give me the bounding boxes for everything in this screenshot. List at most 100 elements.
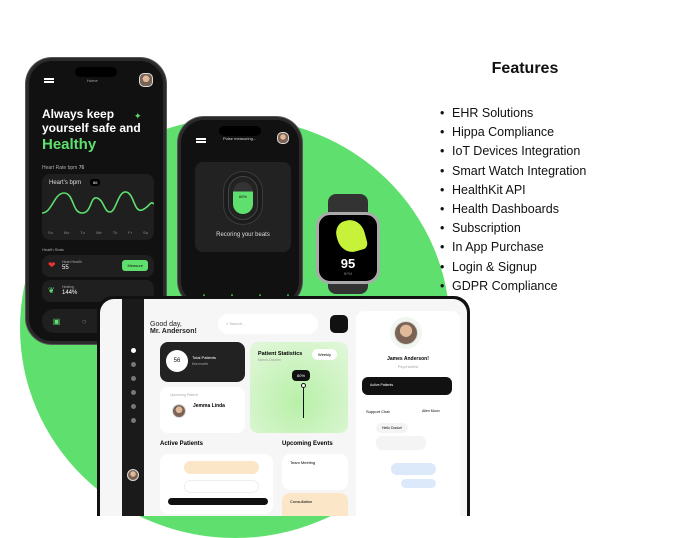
nav-icon[interactable] [130,390,136,395]
value: 76 [78,165,85,171]
active-patients-bar[interactable]: Active Patients [362,377,452,395]
chart-badge: 86 [90,179,101,186]
upcoming-patient-card[interactable]: Upcoming Patient Jemma Linda [160,387,245,433]
event-card[interactable]: Consultation [282,493,348,516]
greeting: Good day, Mr. Anderson! [150,321,197,335]
heart-icon: ❤ [48,260,56,270]
headline-line: Always keep [42,107,115,121]
day: Fr [128,230,133,235]
feature-item: Hippa Compliance [438,123,638,142]
watch-face: 95 BPM [316,212,380,284]
nav-icon[interactable] [130,404,136,409]
nav-icon[interactable] [130,376,136,381]
day: Sa [143,230,148,235]
pulse-percent: 65% [238,194,247,199]
chart-title: Heart's bpm [49,180,82,186]
feature-item: EHR Solutions [438,104,638,123]
section-label: Heart Rate bpm 76 [42,165,84,171]
pulse-capsule: 65% [233,182,253,214]
stats-title: Patient Statistics [258,351,303,357]
patient-statistics-card: Patient Statistics March-October Weekly … [250,342,348,433]
chat-reply [391,463,436,475]
avatar[interactable] [139,73,153,87]
stats-marker-line [303,388,304,418]
break-time-bar [168,498,268,505]
user-avatar[interactable] [127,469,139,481]
event-card[interactable]: Team Meeting [282,454,348,490]
pulse-card: 65% Recoring your beats [195,162,291,252]
features-section: Features EHR Solutions Hippa Compliance … [438,60,638,296]
watch-3d-graphic [333,216,369,256]
event-title: Consultation [290,499,313,504]
phone-pulse-screen: Pulse measuring... 65% Recoring your bea… [178,117,302,307]
chat-user: Allen Moon [422,409,440,413]
day: Tu [80,230,85,235]
headline: Always keep yourself safe and Healthy [42,107,141,155]
total-sub: this month [192,362,209,366]
stats-sub: March-October [258,358,282,362]
stats-tooltip: 80% [292,370,311,381]
feature-item: Login & Signup [438,258,638,277]
pulse-caption: Recoring your beats [216,232,270,238]
support-chat-title: Support Chat [366,409,390,414]
section-label: Health Stats [42,247,64,252]
greeting-line: Good day, [150,321,182,328]
day-labels: Su Mo Tu We Th Fr Sa [48,230,148,235]
headline-highlight: Healthy [42,136,97,153]
avatar[interactable] [277,132,289,144]
nav-icon[interactable] [130,362,136,367]
watch-bpm-value: 95 [340,256,356,271]
active-patients-title: Active Patients [160,441,204,447]
card-label: Upcoming Patient [170,393,198,397]
activity-nav-icon[interactable]: ○ [82,317,87,326]
phone-notch [75,67,117,77]
profile-role: Psychiatrist [397,364,419,369]
smart-watch: 95 BPM [314,194,382,294]
stat-value: 144% [62,290,78,296]
screen-title: Home [87,78,98,83]
patient-avatar [172,404,186,418]
chat-message [376,436,426,450]
chat-reply [401,479,436,488]
patient-name: Jemma Linda [193,403,225,409]
features-list: EHR Solutions Hippa Compliance IoT Devic… [438,104,638,296]
leaf-icon: ❦ [48,286,55,295]
search-placeholder: Search... [229,321,246,326]
dashboard-sidebar [122,299,144,516]
feature-item: GDPR Compliance [438,277,638,296]
patient-row[interactable] [184,480,259,493]
active-patients-list [160,454,273,514]
feature-item: Health Dashboards [438,200,638,219]
feature-item: Smart Watch Integration [438,162,638,181]
sparkle-icon: ✦ [134,111,142,121]
menu-icon[interactable] [196,138,206,140]
stat-value: 55 [62,265,69,271]
headline-line: yourself safe and [42,121,141,135]
heart-chart-card: Heart's bpm 86 Su Mo Tu We Th Fr Sa [42,174,154,240]
stats-period-dropdown[interactable]: Weekly [312,349,338,360]
label: Heart Rate bpm [42,165,78,171]
chat-message: Hello Doctor! [376,423,409,433]
day: We [95,230,102,235]
profile-name: James Anderson! [387,356,429,362]
feature-item: In App Purchase [438,238,638,257]
stat-label: Healing [62,285,74,289]
home-nav-icon[interactable]: ▣ [53,317,61,326]
measure-button[interactable]: Measure [122,260,148,271]
day: Th [112,230,118,235]
profile-panel: James Anderson! Psychiatrist Active Pati… [356,311,460,516]
heart-health-card[interactable]: ❤ Heart Health 55 Measure [42,255,154,277]
notification-button[interactable] [330,315,348,333]
nav-home-icon[interactable] [130,348,136,353]
screen-title: Pulse measuring... [223,136,257,141]
feature-item: IoT Devices Integration [438,142,638,161]
menu-icon[interactable] [44,78,54,80]
heart-rate-line [42,191,154,214]
search-input[interactable]: ⌕ Search... [218,314,318,334]
profile-avatar [394,321,418,345]
tablet-dashboard: Good day, Mr. Anderson! ⌕ Search... 56 T… [97,296,470,516]
patient-row[interactable] [184,461,259,474]
day: Su [48,230,53,235]
features-title: Features [491,60,559,77]
nav-icon[interactable] [130,418,136,423]
